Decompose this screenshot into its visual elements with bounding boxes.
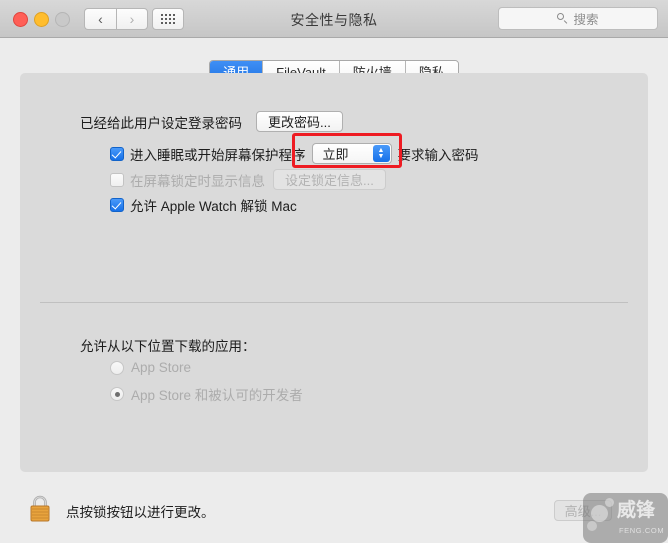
app-store-dev-radio xyxy=(110,387,124,401)
watermark-logo-icon xyxy=(591,505,608,522)
require-password-prefix-label: 进入睡眠或开始屏幕保护程序 xyxy=(130,147,306,163)
lock-closed-icon[interactable] xyxy=(26,492,54,524)
password-status-label: 已经给此用户设定登录密码 xyxy=(80,115,242,131)
apple-watch-label: 允许 Apple Watch 解锁 Mac xyxy=(130,199,297,214)
require-password-suffix-label: 要求输入密码 xyxy=(397,147,479,163)
apple-watch-checkbox[interactable] xyxy=(110,198,124,212)
password-status-row: 已经给此用户设定登录密码 更改密码... xyxy=(80,111,343,132)
search-placeholder: 搜索 xyxy=(573,13,599,27)
watermark-overlay: 威锋 FENG.COM xyxy=(583,493,668,543)
change-password-button[interactable]: 更改密码... xyxy=(256,111,343,132)
search-icon xyxy=(557,13,568,24)
window-titlebar: ‹ › 安全性与隐私 搜索 xyxy=(0,0,668,38)
preferences-window: ‹ › 安全性与隐私 搜索 通用 FileVault 防火墙 隐私 已经给此用户… xyxy=(0,0,668,543)
app-store-label: App Store xyxy=(131,360,192,375)
search-field[interactable]: 搜索 xyxy=(498,7,658,30)
set-lock-message-button: 设定锁定信息... xyxy=(273,169,386,190)
watermark-logo-dot xyxy=(605,498,614,507)
require-password-row: 进入睡眠或开始屏幕保护程序 立即 ▲ ▼ 要求输入密码 xyxy=(110,143,479,164)
general-settings-panel: 已经给此用户设定登录密码 更改密码... 进入睡眠或开始屏幕保护程序 立即 ▲ … xyxy=(20,73,648,472)
watermark-text-cn: 威锋 xyxy=(617,500,656,521)
watermark-logo-dot2 xyxy=(587,521,597,531)
app-store-radio xyxy=(110,360,124,375)
require-password-delay-value: 立即 xyxy=(322,147,349,162)
watermark-text-en: FENG.COM xyxy=(619,526,665,535)
lock-status-text: 点按锁按钮以进行更改。 xyxy=(66,505,215,520)
lock-message-checkbox xyxy=(110,172,124,187)
radio-app-store-and-identified-developers: App Store 和被认可的开发者 xyxy=(110,384,303,404)
apple-watch-row: 允许 Apple Watch 解锁 Mac xyxy=(110,195,297,215)
lock-message-label: 在屏幕锁定时显示信息 xyxy=(130,173,265,189)
radio-app-store: App Store xyxy=(110,360,191,375)
lock-message-row: 在屏幕锁定时显示信息 设定锁定信息... xyxy=(110,169,386,190)
chevron-updown-icon: ▲ ▼ xyxy=(372,145,390,162)
download-sources-title: 允许从以下位置下载的应用： xyxy=(80,339,256,354)
require-password-checkbox[interactable] xyxy=(110,146,124,161)
section-divider xyxy=(40,302,628,303)
app-store-dev-label: App Store 和被认可的开发者 xyxy=(131,388,303,403)
require-password-delay-popup[interactable]: 立即 ▲ ▼ xyxy=(311,143,392,164)
